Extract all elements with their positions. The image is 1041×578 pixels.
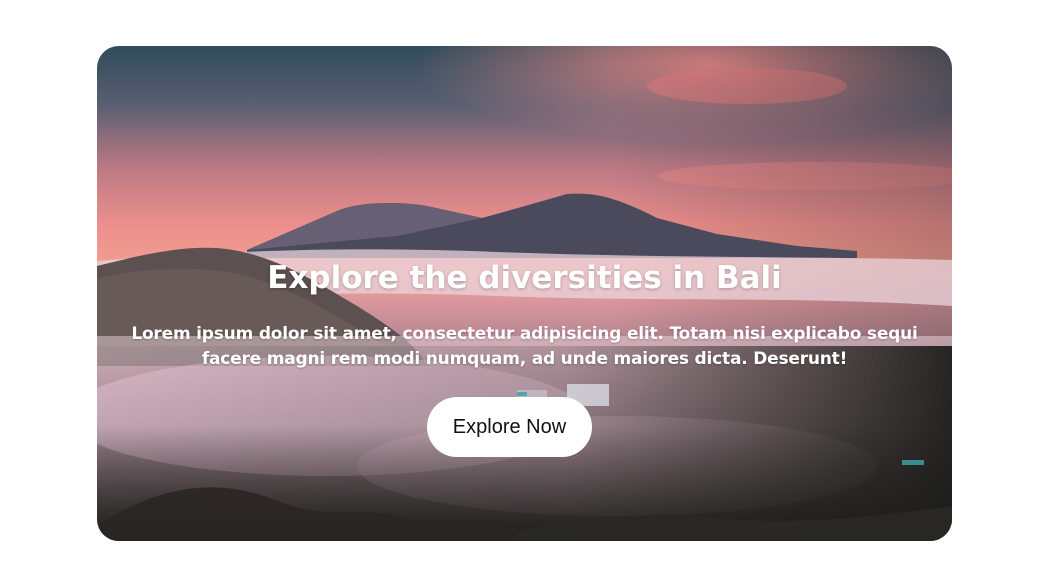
explore-now-button[interactable]: Explore Now — [427, 397, 592, 457]
hero-content: Explore the diversities in Bali Lorem ip… — [97, 46, 952, 541]
hero-description: Lorem ipsum dolor sit amet, consectetur … — [131, 324, 918, 369]
hero-card: Explore the diversities in Bali Lorem ip… — [97, 46, 952, 541]
hero-title: Explore the diversities in Bali — [267, 260, 782, 296]
